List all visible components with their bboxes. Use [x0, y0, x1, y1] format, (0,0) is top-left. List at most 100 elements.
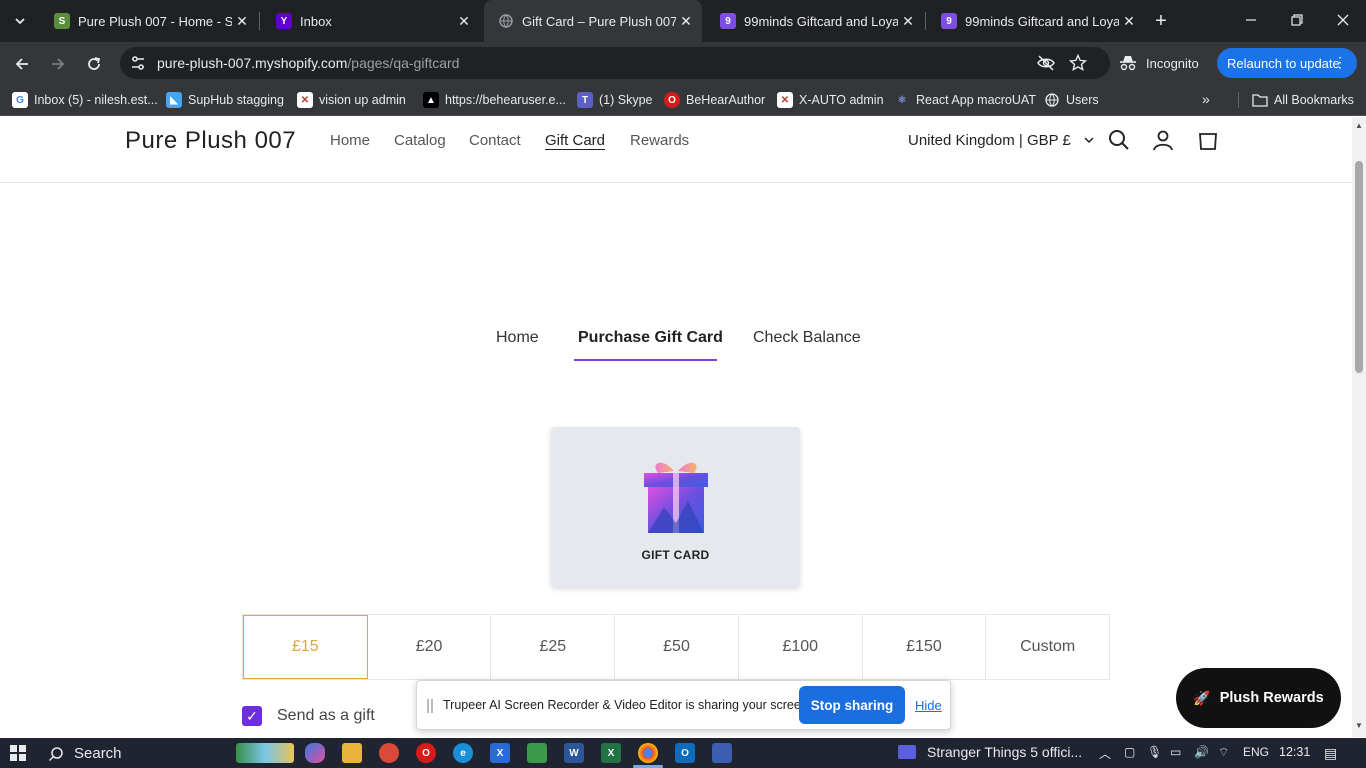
bookmark-suphub[interactable]: ◣ SupHub stagging [166, 91, 284, 109]
microphone-icon[interactable]: 🎙 [1147, 745, 1162, 759]
close-tab-icon[interactable]: ✕ [676, 11, 696, 31]
tab-99minds-1[interactable]: 9 99minds Giftcard and Loyalt ✕ [706, 6, 924, 36]
bookmarks-bar: G Inbox (5) - nilesh.est... ◣ SupHub sta… [0, 84, 1366, 116]
bookmark-vision-up[interactable]: ✕ vision up admin [297, 91, 406, 109]
cart-icon[interactable] [1197, 129, 1219, 151]
tab-pure-plush-home[interactable]: S Pure Plush 007 - Home - Sho ✕ [40, 6, 258, 36]
file-explorer-icon[interactable] [342, 743, 362, 763]
amount-option-20[interactable]: £20 [368, 615, 492, 679]
address-bar[interactable]: pure-plush-007.myshopify.com/pages/qa-gi… [120, 47, 1110, 79]
all-bookmarks-button[interactable]: All Bookmarks [1252, 91, 1354, 109]
forward-button[interactable] [44, 50, 72, 78]
page-scrollbar[interactable]: ▲ ▼ [1352, 117, 1366, 737]
media-widget[interactable]: Stranger Things 5 offici... [898, 744, 1082, 760]
nav-home[interactable]: Home [330, 132, 370, 149]
battery-icon[interactable]: ▭ [1170, 745, 1181, 759]
search-icon[interactable] [1108, 129, 1130, 151]
amount-option-50[interactable]: £50 [615, 615, 739, 679]
word-icon[interactable]: W [564, 743, 584, 763]
bookmark-react-app[interactable]: ⚛ React App macroUAT [894, 91, 1036, 109]
scroll-down-arrow-icon[interactable]: ▼ [1355, 721, 1363, 730]
notification-icon[interactable]: ▤ [1324, 745, 1337, 762]
send-as-gift-checkbox[interactable]: ✓ [242, 706, 262, 726]
nav-contact[interactable]: Contact [469, 132, 521, 149]
chrome-icon[interactable] [638, 743, 658, 763]
clock[interactable]: 12:31 [1279, 745, 1310, 759]
triangle-icon: ▲ [423, 92, 439, 108]
amount-option-custom[interactable]: Custom [986, 615, 1109, 679]
scroll-thumb[interactable] [1355, 161, 1363, 373]
language-indicator[interactable]: ENG [1243, 745, 1269, 759]
more-bookmarks-icon[interactable]: » [1202, 91, 1210, 107]
reload-button[interactable] [80, 50, 108, 78]
bookmark-skype[interactable]: T (1) Skype [577, 91, 653, 109]
taskbar-search[interactable]: Search [48, 745, 122, 762]
gift-box-icon [644, 462, 708, 533]
copilot-icon[interactable] [305, 743, 325, 763]
nav-gift-card[interactable]: Gift Card [545, 132, 605, 149]
country-selector[interactable]: United Kingdom | GBP £ [908, 132, 1095, 149]
account-icon[interactable] [1152, 129, 1174, 151]
relaunch-to-update-button[interactable]: Relaunch to update ⋮ [1217, 48, 1357, 78]
windows-taskbar: Search O e X W X O Stranger Things 5 off… [0, 738, 1366, 768]
search-icon [48, 746, 63, 761]
amount-option-100[interactable]: £100 [739, 615, 863, 679]
bookmark-behearauthor[interactable]: O BeHearAuthor [664, 91, 765, 109]
react-icon: ⚛ [897, 94, 907, 106]
volume-icon[interactable]: 🔊 [1194, 745, 1209, 759]
opera-icon[interactable]: O [416, 743, 436, 763]
restore-button[interactable] [1274, 0, 1320, 40]
wifi-icon[interactable]: ⌔ [1218, 745, 1229, 760]
bookmark-star-icon[interactable] [1068, 53, 1088, 73]
tab-divider [259, 12, 260, 30]
amount-option-150[interactable]: £150 [863, 615, 987, 679]
amount-option-25[interactable]: £25 [491, 615, 616, 679]
excel-icon[interactable]: X [601, 743, 621, 763]
app-icon[interactable] [379, 743, 399, 763]
tab-gift-card[interactable]: Gift Card – Pure Plush 007 ✕ [484, 0, 702, 42]
close-tab-icon[interactable]: ✕ [1119, 11, 1139, 31]
subnav-purchase-gift-card[interactable]: Purchase Gift Card [578, 329, 723, 347]
close-window-button[interactable] [1320, 0, 1366, 40]
drag-handle-icon[interactable] [427, 699, 433, 713]
subnav-check-balance[interactable]: Check Balance [753, 329, 861, 347]
widgets-icon[interactable] [236, 743, 294, 763]
back-button[interactable] [8, 50, 36, 78]
arrow-left-icon [15, 58, 28, 70]
store-logo[interactable]: Pure Plush 007 [125, 127, 296, 155]
tray-chevron-up-icon[interactable]: ︿ [1099, 745, 1111, 762]
app-icon[interactable] [527, 743, 547, 763]
edge-icon[interactable]: e [453, 743, 473, 763]
bookmark-users[interactable]: Users [1044, 91, 1099, 109]
close-tab-icon[interactable]: ✕ [454, 11, 474, 31]
kebab-menu-icon[interactable]: ⋮ [1333, 54, 1347, 71]
tab-99minds-2[interactable]: 9 99minds Giftcard and Loyalt ✕ [927, 6, 1145, 36]
stop-sharing-button[interactable]: Stop sharing [799, 686, 905, 724]
new-tab-button[interactable]: + [1149, 9, 1173, 33]
close-tab-icon[interactable]: ✕ [898, 11, 918, 31]
tab-inbox[interactable]: Y Inbox ✕ [262, 6, 480, 36]
tab-search-dropdown[interactable] [8, 9, 32, 33]
outlook-icon[interactable]: O [675, 743, 695, 763]
app-icon[interactable]: X [490, 743, 510, 763]
minimize-button[interactable] [1228, 0, 1274, 40]
windows-start-icon[interactable] [10, 745, 26, 761]
bookmark-x-auto[interactable]: ✕ X-AUTO admin [777, 91, 884, 109]
site-settings-icon[interactable] [130, 55, 146, 71]
bookmark-inbox[interactable]: G Inbox (5) - nilesh.est... [12, 91, 158, 109]
incognito-indicator[interactable]: Incognito [1118, 50, 1199, 76]
url-text[interactable]: pure-plush-007.myshopify.com/pages/qa-gi… [157, 55, 459, 71]
subnav-home[interactable]: Home [496, 329, 539, 347]
nav-rewards[interactable]: Rewards [630, 132, 689, 149]
eye-off-icon[interactable] [1036, 53, 1056, 73]
hide-link[interactable]: Hide [915, 698, 942, 713]
plush-rewards-button[interactable]: 🚀 Plush Rewards [1176, 668, 1341, 728]
bookmark-behearuser[interactable]: ▲ https://behearuser.e... [423, 91, 566, 109]
nav-catalog[interactable]: Catalog [394, 132, 446, 149]
x-page-icon: ✕ [297, 92, 313, 108]
scroll-up-arrow-icon[interactable]: ▲ [1355, 121, 1363, 130]
close-tab-icon[interactable]: ✕ [232, 11, 252, 31]
tray-app-icon[interactable]: ▢ [1124, 745, 1135, 759]
amount-option-15[interactable]: £15 [243, 615, 368, 679]
app-icon[interactable] [712, 743, 732, 763]
